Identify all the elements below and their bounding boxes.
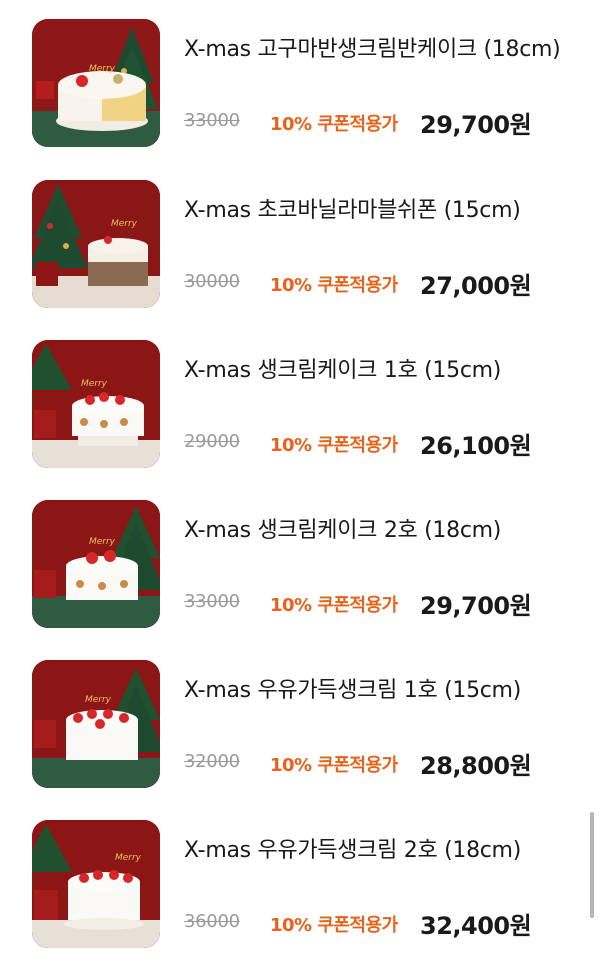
cake-choco-vanilla-chiffon-icon[interactable]: Merry xyxy=(32,180,160,308)
original-price: 29000 xyxy=(184,431,240,452)
svg-text:Merry: Merry xyxy=(89,537,116,547)
product-title[interactable]: X-mas 고구마반생크림반케이크 (18cm) xyxy=(184,35,564,65)
coupon-label: 10% 쿠폰적용가 xyxy=(270,275,398,296)
coupon-label: 10% 쿠폰적용가 xyxy=(270,595,398,616)
cake-milk-cream-1-icon[interactable]: Merry xyxy=(32,660,160,788)
final-price: 26,100원 xyxy=(420,432,532,460)
scrollbar[interactable] xyxy=(590,812,594,918)
product-title[interactable]: X-mas 초코바닐라마블쉬폰 (15cm) xyxy=(184,196,564,226)
coupon-label: 10% 쿠폰적용가 xyxy=(270,915,398,936)
product-item[interactable]: Merry X-mas 초코바닐라마블쉬폰 (15cm) 30000 10% 쿠… xyxy=(0,180,600,310)
coupon-label: 10% 쿠폰적용가 xyxy=(270,435,398,456)
product-item[interactable]: Merry X-mas 고구마반생크림반케이크 (18cm) 33000 10%… xyxy=(0,19,600,149)
svg-text:Merry: Merry xyxy=(81,379,108,389)
product-item[interactable]: Merry X-mas 우유가득생크림 2호 (18cm) 36000 10% … xyxy=(0,820,600,950)
cake-milk-cream-2-icon[interactable]: Merry xyxy=(32,820,160,948)
svg-text:Merry: Merry xyxy=(115,853,142,863)
product-title[interactable]: X-mas 생크림케이크 2호 (18cm) xyxy=(184,516,564,546)
original-price: 30000 xyxy=(184,271,240,292)
final-price: 28,800원 xyxy=(420,752,532,780)
product-title[interactable]: X-mas 우유가득생크림 1호 (15cm) xyxy=(184,676,564,706)
coupon-label: 10% 쿠폰적용가 xyxy=(270,114,398,135)
svg-text:Merry: Merry xyxy=(89,64,116,74)
original-price: 33000 xyxy=(184,591,240,612)
cake-sweet-potato-half-cream-icon[interactable]: Merry xyxy=(32,19,160,147)
final-price: 27,000원 xyxy=(420,272,532,300)
product-title[interactable]: X-mas 생크림케이크 1호 (15cm) xyxy=(184,356,564,386)
svg-text:Merry: Merry xyxy=(85,695,112,705)
original-price: 36000 xyxy=(184,911,240,932)
product-item[interactable]: Merry X-mas 생크림케이크 1호 (15cm) 29000 10% 쿠… xyxy=(0,340,600,470)
cake-fresh-cream-2-icon[interactable]: Merry xyxy=(32,500,160,628)
product-item[interactable]: Merry X-mas 우유가득생크림 1호 (15cm) 32000 10% … xyxy=(0,660,600,790)
svg-text:Merry: Merry xyxy=(111,219,138,229)
product-item[interactable]: Merry X-mas 생크림케이크 2호 (18cm) 33000 10% 쿠… xyxy=(0,500,600,630)
final-price: 32,400원 xyxy=(420,912,532,940)
product-title[interactable]: X-mas 우유가득생크림 2호 (18cm) xyxy=(184,836,564,866)
original-price: 32000 xyxy=(184,751,240,772)
original-price: 33000 xyxy=(184,110,240,131)
cake-fresh-cream-1-icon[interactable]: Merry xyxy=(32,340,160,468)
final-price: 29,700원 xyxy=(420,592,532,620)
final-price: 29,700원 xyxy=(420,111,532,139)
coupon-label: 10% 쿠폰적용가 xyxy=(270,755,398,776)
